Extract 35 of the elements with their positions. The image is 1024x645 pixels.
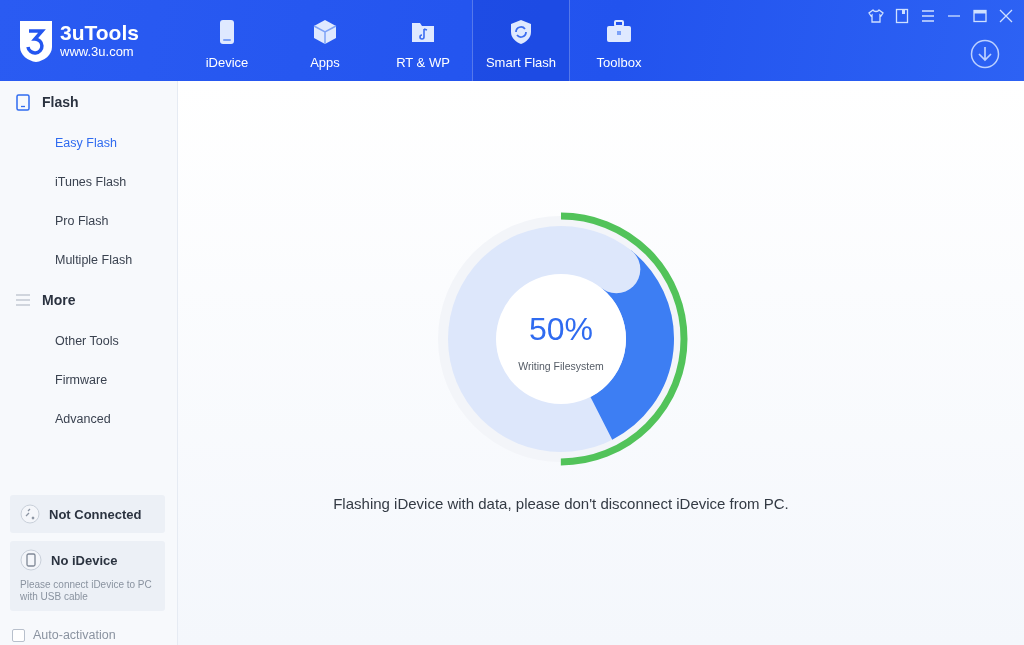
app-url: www.3u.com — [60, 44, 135, 59]
progress-stage: Writing Filesystem — [517, 360, 605, 372]
section-title: Flash — [42, 94, 79, 110]
sidebar-item[interactable]: Advanced — [10, 399, 165, 438]
nav-tab[interactable]: Apps — [276, 0, 374, 81]
nav-tab[interactable]: Toolbox — [570, 0, 668, 81]
sidebar-item[interactable]: Other Tools — [10, 321, 165, 360]
sidebar-item[interactable]: Multiple Flash — [10, 240, 165, 279]
phone-icon — [20, 549, 42, 571]
nav-tab[interactable]: Smart Flash — [472, 0, 570, 81]
progress-percent: 50% — [527, 311, 594, 348]
notebook-icon[interactable] — [894, 8, 910, 24]
checkbox-label: Auto-activation — [33, 628, 116, 642]
status-title: No iDevice — [51, 552, 118, 568]
sidebar-item[interactable]: Easy Flash — [10, 123, 165, 162]
logo-icon — [18, 18, 54, 63]
sidebar-item[interactable]: Firmware — [10, 360, 165, 399]
maximize-icon[interactable] — [972, 8, 988, 24]
section-title: More — [42, 292, 76, 308]
status-title: Not Connected — [49, 506, 142, 522]
progress-message: Flashing iDevice with data, please don't disconnect iDevice from PC. — [333, 495, 789, 512]
sidebar-item[interactable]: iTunes Flash — [10, 162, 165, 201]
menu-icon[interactable] — [920, 8, 936, 24]
nav-tab[interactable]: iDevice — [178, 0, 276, 81]
skin-icon[interactable] — [868, 8, 884, 24]
list-icon — [16, 294, 30, 306]
tablet-icon — [16, 93, 30, 111]
app-name: 3uTools — [60, 22, 139, 44]
status-description: Please connect iDevice to PC with USB cable — [20, 579, 153, 603]
nav-tab[interactable]: RT & WP — [374, 0, 472, 81]
sidebar-item[interactable]: Pro Flash — [10, 201, 165, 240]
download-icon[interactable] — [970, 39, 1000, 69]
auto-activation-checkbox[interactable] — [12, 628, 25, 642]
close-icon[interactable] — [998, 8, 1014, 24]
cube-icon — [311, 17, 339, 46]
